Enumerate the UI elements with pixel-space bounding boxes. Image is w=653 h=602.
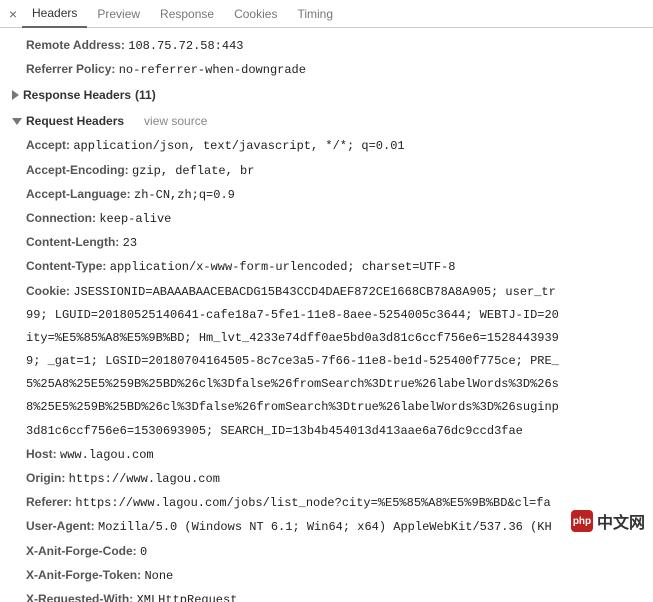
host-header: Host: www.lagou.com — [10, 443, 649, 467]
cookie-line2: 99; LGUID=20180525140641-cafe18a7-5fe1-1… — [10, 304, 649, 327]
close-icon[interactable]: × — [4, 7, 22, 21]
tab-headers[interactable]: Headers — [22, 0, 87, 28]
remote-address-value: 108.75.72.58:443 — [128, 39, 243, 53]
referrer-policy-value: no-referrer-when-downgrade — [119, 63, 306, 77]
content-length-label: Content-Length: — [26, 235, 119, 249]
response-headers-title: Response Headers — [23, 88, 131, 102]
response-headers-section[interactable]: Response Headers (11) — [10, 82, 649, 108]
response-headers-count: (11) — [135, 88, 156, 102]
view-source-link[interactable]: view source — [144, 114, 207, 128]
cookie-line4: 9; _gat=1; LGSID=20180704164505-8c7ce3a5… — [10, 350, 649, 373]
origin-value: https://www.lagou.com — [69, 472, 220, 486]
connection-value: keep-alive — [99, 212, 171, 226]
cookie-line5: 5%25A8%25E5%259B%25BD%26cl%3Dfalse%26fro… — [10, 373, 649, 396]
referer-header: Referer: https://www.lagou.com/jobs/list… — [10, 491, 649, 515]
user-agent-value: Mozilla/5.0 (Windows NT 6.1; Win64; x64)… — [98, 520, 552, 534]
accept-header: Accept: application/json, text/javascrip… — [10, 134, 649, 158]
cookie-label: Cookie: — [26, 284, 70, 298]
cookie-line7: 3d81c6ccf756e6=1530693905; SEARCH_ID=13b… — [10, 420, 649, 443]
referer-label: Referer: — [26, 495, 72, 509]
cookie-line6: 8%25E5%259B%25BD%26cl%3Dfalse%26fromSear… — [10, 396, 649, 419]
accept-value: application/json, text/javascript, */*; … — [73, 139, 404, 153]
accept-encoding-value: gzip, deflate, br — [132, 164, 254, 178]
cookie-line3: ity=%E5%85%A8%E5%9B%BD; Hm_lvt_4233e74df… — [10, 327, 649, 350]
origin-label: Origin: — [26, 471, 65, 485]
chevron-right-icon — [12, 90, 19, 100]
x-requested-with-header: X-Requested-With: XMLHttpRequest — [10, 588, 649, 602]
x-anit-forge-code-value: 0 — [140, 545, 147, 559]
x-anit-forge-code-header: X-Anit-Forge-Code: 0 — [10, 540, 649, 564]
user-agent-label: User-Agent: — [26, 519, 95, 533]
x-requested-with-label: X-Requested-With: — [26, 592, 133, 602]
accept-language-value: zh-CN,zh;q=0.9 — [134, 188, 235, 202]
host-value: www.lagou.com — [60, 448, 154, 462]
accept-language-header: Accept-Language: zh-CN,zh;q=0.9 — [10, 183, 649, 207]
content-type-label: Content-Type: — [26, 259, 106, 273]
accept-language-label: Accept-Language: — [26, 187, 131, 201]
connection-header: Connection: keep-alive — [10, 207, 649, 231]
headers-panel: Remote Address: 108.75.72.58:443 Referre… — [0, 28, 653, 602]
tab-preview[interactable]: Preview — [87, 1, 150, 27]
watermark-logo-icon: php — [571, 510, 593, 532]
watermark: php 中文网 — [571, 509, 645, 533]
x-requested-with-value: XMLHttpRequest — [137, 593, 238, 602]
tab-response[interactable]: Response — [150, 1, 224, 27]
devtools-tabs: × Headers Preview Response Cookies Timin… — [0, 0, 653, 28]
x-anit-forge-token-value: None — [144, 569, 173, 583]
accept-encoding-header: Accept-Encoding: gzip, deflate, br — [10, 159, 649, 183]
cookie-line1: JSESSIONID=ABAAABAACEBACDG15B43CCD4DAEF8… — [73, 285, 555, 299]
request-headers-title: Request Headers — [26, 114, 124, 128]
x-anit-forge-token-label: X-Anit-Forge-Token: — [26, 568, 141, 582]
request-headers-section[interactable]: Request Headers view source — [10, 108, 649, 134]
referrer-policy-label: Referrer Policy: — [26, 62, 115, 76]
accept-encoding-label: Accept-Encoding: — [26, 163, 129, 177]
content-length-value: 23 — [123, 236, 137, 250]
general-remote-address: Remote Address: 108.75.72.58:443 — [10, 34, 649, 58]
tab-cookies[interactable]: Cookies — [224, 1, 287, 27]
x-anit-forge-token-header: X-Anit-Forge-Token: None — [10, 564, 649, 588]
accept-label: Accept: — [26, 138, 70, 152]
remote-address-label: Remote Address: — [26, 38, 125, 52]
user-agent-header: User-Agent: Mozilla/5.0 (Windows NT 6.1;… — [10, 515, 649, 539]
content-length-header: Content-Length: 23 — [10, 231, 649, 255]
origin-header: Origin: https://www.lagou.com — [10, 467, 649, 491]
watermark-text: 中文网 — [597, 509, 645, 533]
general-referrer-policy: Referrer Policy: no-referrer-when-downgr… — [10, 58, 649, 82]
host-label: Host: — [26, 447, 57, 461]
referer-value: https://www.lagou.com/jobs/list_node?cit… — [75, 496, 550, 510]
tab-timing[interactable]: Timing — [287, 1, 343, 27]
connection-label: Connection: — [26, 211, 96, 225]
content-type-header: Content-Type: application/x-www-form-url… — [10, 255, 649, 279]
x-anit-forge-code-label: X-Anit-Forge-Code: — [26, 544, 137, 558]
chevron-down-icon — [12, 118, 22, 125]
content-type-value: application/x-www-form-urlencoded; chars… — [110, 260, 456, 274]
cookie-header: Cookie: JSESSIONID=ABAAABAACEBACDG15B43C… — [10, 280, 649, 304]
